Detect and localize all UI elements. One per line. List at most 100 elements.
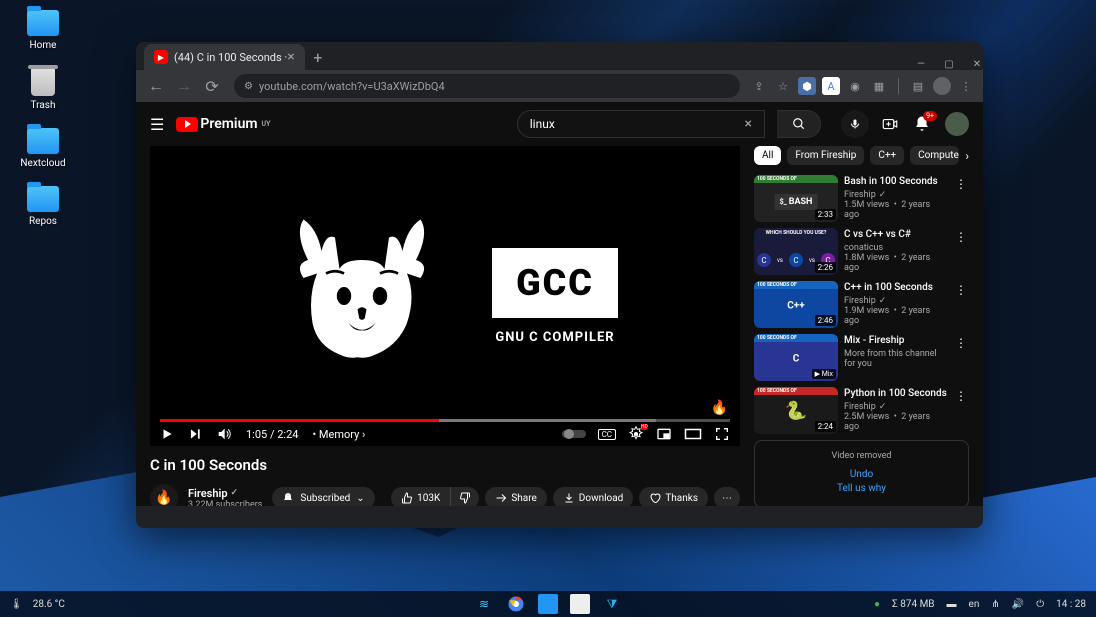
captions-button[interactable]: CC bbox=[598, 429, 616, 440]
channel-name[interactable]: Fireship✓ bbox=[188, 487, 262, 500]
clock[interactable]: 14 : 28 bbox=[1056, 599, 1086, 610]
search-box[interactable]: × bbox=[517, 110, 765, 138]
voice-search-button[interactable] bbox=[841, 110, 869, 138]
files-icon[interactable] bbox=[538, 594, 558, 614]
youtube-logo[interactable]: Premium UY bbox=[176, 116, 270, 132]
weather-icon[interactable]: 🌡 bbox=[10, 599, 23, 610]
power-icon[interactable]: ⏻ bbox=[1036, 599, 1044, 610]
recommendation-menu-icon[interactable]: ⋮ bbox=[953, 387, 969, 434]
tab-close-icon[interactable]: × bbox=[287, 49, 294, 65]
recommendation-thumbnail[interactable]: 100 SECONDS OFC++2:46 bbox=[754, 281, 838, 328]
more-actions-button[interactable]: ⋯ bbox=[714, 487, 740, 506]
chrome-icon[interactable] bbox=[506, 594, 526, 614]
search-button[interactable] bbox=[777, 110, 821, 138]
search-clear-icon[interactable]: × bbox=[745, 116, 752, 132]
settings-button[interactable]: HD bbox=[628, 426, 644, 442]
subscribe-button[interactable]: Subscribed ⌄ bbox=[272, 487, 374, 506]
battery-icon[interactable]: ▬ bbox=[947, 599, 957, 610]
video-main: GCC GNU C COMPILER 🔥 1:05 / 2:24 bbox=[150, 146, 740, 506]
profile-icon[interactable] bbox=[933, 77, 951, 95]
window-minimize-button[interactable]: — bbox=[915, 58, 927, 70]
recommendation-thumbnail[interactable]: 100 SECONDS OF🐍2:24 bbox=[754, 387, 838, 434]
nav-reload-button[interactable]: ⟳ bbox=[200, 74, 224, 98]
recommendation-channel[interactable]: Fireship ✓ bbox=[844, 190, 947, 200]
like-button[interactable]: 103K bbox=[391, 487, 450, 506]
nav-back-button[interactable]: ← bbox=[144, 74, 168, 98]
extension-icon[interactable]: A bbox=[822, 77, 840, 95]
memory-display[interactable]: Σ 874 MB bbox=[892, 599, 935, 610]
recommendation-item[interactable]: 100 SECONDS OFC▶ MixMix - FireshipMore f… bbox=[754, 334, 969, 381]
recommendation-item[interactable]: 100 SECONDS OFC++2:46C++ in 100 SecondsF… bbox=[754, 281, 969, 328]
share-button[interactable]: Share bbox=[485, 487, 546, 506]
window-close-button[interactable]: ✕ bbox=[971, 58, 983, 70]
volume-icon[interactable]: 🔊 bbox=[1012, 599, 1024, 610]
chip-cpp[interactable]: C++ bbox=[870, 146, 904, 165]
recommendation-thumbnail[interactable]: 100 SECONDS OFC▶ Mix bbox=[754, 334, 838, 381]
addressbar[interactable]: ⚙ youtube.com/watch?v=U3aXWizDbQ4 bbox=[234, 74, 740, 98]
extension-icon[interactable]: ▦ bbox=[870, 77, 888, 95]
desktop-icon-repos[interactable]: Repos bbox=[13, 186, 73, 227]
recommendation-item[interactable]: 100 SECONDS OF$_BASH2:33Bash in 100 Seco… bbox=[754, 175, 969, 222]
recommendation-menu-icon[interactable]: ⋮ bbox=[953, 228, 969, 275]
network-manager-icon[interactable]: ● bbox=[874, 599, 880, 610]
channel-avatar[interactable]: 🔥 bbox=[150, 484, 178, 506]
hamburger-menu-icon[interactable]: ☰ bbox=[150, 115, 164, 134]
recommendation-channel[interactable]: conaticus bbox=[844, 243, 947, 253]
notifications-icon[interactable]: 9+ bbox=[913, 115, 931, 133]
chip-all[interactable]: All bbox=[754, 146, 781, 165]
nav-forward-button[interactable]: → bbox=[172, 74, 196, 98]
recommendation-thumbnail[interactable]: 100 SECONDS OF$_BASH2:33 bbox=[754, 175, 838, 222]
create-icon[interactable] bbox=[881, 115, 899, 133]
extension-icon[interactable]: ◉ bbox=[846, 77, 864, 95]
recommendation-menu-icon[interactable]: ⋮ bbox=[953, 334, 969, 381]
recommendation-thumbnail[interactable]: WHICH SHOULD YOU USE?CvsCvsC2:26 bbox=[754, 228, 838, 275]
chips-next-icon[interactable]: › bbox=[965, 149, 969, 163]
video-title: C in 100 Seconds bbox=[150, 456, 740, 474]
app-launcher-icon[interactable]: ≋ bbox=[474, 594, 494, 614]
thanks-button[interactable]: Thanks bbox=[639, 487, 708, 506]
desktop-icon-trash[interactable]: Trash bbox=[13, 68, 73, 111]
extension-icon[interactable]: ▤ bbox=[909, 77, 927, 95]
recommendation-menu-icon[interactable]: ⋮ bbox=[953, 175, 969, 222]
terminal-icon[interactable] bbox=[570, 594, 590, 614]
chip-from-fireship[interactable]: From Fireship bbox=[787, 146, 864, 165]
menu-icon[interactable]: ⋮ bbox=[957, 77, 975, 95]
miniplayer-button[interactable] bbox=[656, 426, 672, 442]
share-icon[interactable]: ⇪ bbox=[750, 77, 768, 95]
recommendation-channel[interactable]: Fireship ✓ bbox=[844, 296, 947, 306]
desktop-icon-nextcloud[interactable]: Nextcloud bbox=[13, 128, 73, 169]
play-button[interactable] bbox=[160, 427, 174, 441]
bookmark-icon[interactable]: ☆ bbox=[774, 77, 792, 95]
user-avatar[interactable] bbox=[945, 112, 969, 136]
browser-tab[interactable]: ▶ (44) C in 100 Seconds · × bbox=[144, 44, 305, 70]
vscode-icon[interactable]: ⧩ bbox=[602, 594, 622, 614]
player-controls: 1:05 / 2:24 • Memory › CC HD bbox=[150, 422, 740, 446]
autoplay-toggle[interactable] bbox=[562, 428, 586, 440]
download-button[interactable]: Download bbox=[553, 487, 634, 506]
recommendation-channel[interactable]: More from this channel for you bbox=[844, 349, 947, 369]
site-info-icon[interactable]: ⚙ bbox=[244, 81, 253, 92]
window-maximize-button[interactable]: ▢ bbox=[943, 58, 955, 70]
extension-icon[interactable]: ⬢ bbox=[798, 77, 816, 95]
desktop-icon-home[interactable]: Home bbox=[13, 10, 73, 51]
undo-link[interactable]: Undo bbox=[765, 469, 958, 480]
video-player[interactable]: GCC GNU C COMPILER 🔥 1:05 / 2:24 bbox=[150, 146, 740, 446]
dislike-button[interactable] bbox=[450, 487, 479, 506]
new-tab-button[interactable]: + bbox=[305, 44, 331, 70]
next-button[interactable] bbox=[188, 427, 202, 441]
fullscreen-button[interactable] bbox=[714, 426, 730, 442]
temperature[interactable]: 28.6 °C bbox=[33, 599, 65, 610]
desktop-icons: Home Trash Nextcloud Repos bbox=[13, 10, 73, 244]
language-indicator[interactable]: en bbox=[969, 599, 980, 610]
search-input[interactable] bbox=[530, 117, 745, 131]
wifi-icon[interactable]: ⋔ bbox=[991, 599, 999, 610]
chapter-display[interactable]: • Memory › bbox=[312, 428, 365, 441]
tell-us-why-link[interactable]: Tell us why bbox=[765, 483, 958, 494]
recommendation-channel[interactable]: Fireship ✓ bbox=[844, 402, 947, 412]
chip-compsci[interactable]: Computer Science bbox=[910, 146, 959, 165]
recommendation-item[interactable]: 100 SECONDS OF🐍2:24Python in 100 Seconds… bbox=[754, 387, 969, 434]
recommendation-item[interactable]: WHICH SHOULD YOU USE?CvsCvsC2:26C vs C++… bbox=[754, 228, 969, 275]
theater-button[interactable] bbox=[684, 427, 702, 441]
recommendation-menu-icon[interactable]: ⋮ bbox=[953, 281, 969, 328]
volume-button[interactable] bbox=[216, 426, 232, 442]
